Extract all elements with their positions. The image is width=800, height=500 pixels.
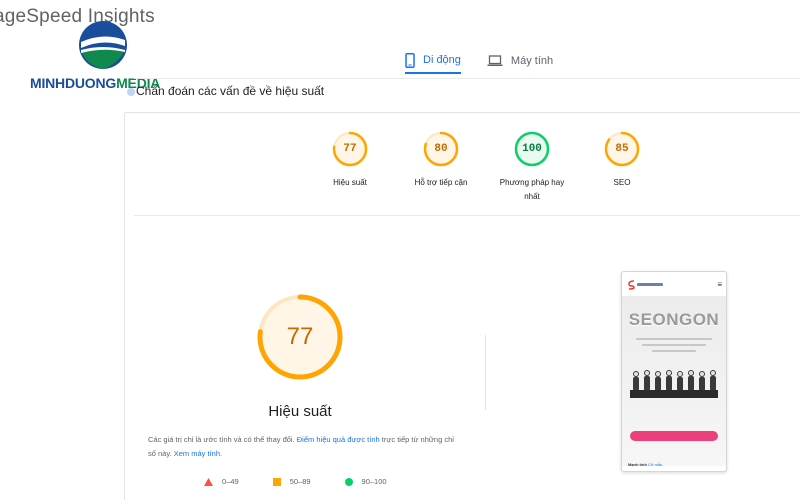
score-gauge-accessibility[interactable]: 80 Hỗ trợ tiếp cận (391, 131, 491, 190)
device-tabs: Di động Máy tính (405, 48, 553, 78)
score-label: Hỗ trợ tiếp cận (414, 178, 468, 187)
score-description: Các giá trị chỉ là ước tính và có thể th… (148, 435, 454, 458)
score-legend: 0–49 50–89 90–100 (204, 477, 387, 486)
hamburger-icon: ≡ (717, 280, 722, 289)
mobile-screenshot-preview: ≡ SEONGON Mạnh tính Cỡ mẫu (621, 271, 727, 472)
laptop-icon (487, 55, 503, 66)
score-label: Hiệu suất (333, 178, 367, 187)
performance-title: Hiệu suất (268, 403, 332, 420)
performance-score-value: 77 (286, 323, 314, 350)
score-value: 85 (615, 143, 629, 155)
tab-desktop[interactable]: Máy tính (487, 48, 553, 74)
score-gauge-best-practices[interactable]: 100 Phương pháp hay nhất (482, 131, 582, 204)
tab-mobile[interactable]: Di động (405, 48, 461, 74)
score-calculation-link[interactable]: Điểm hiệu quả được tính (297, 435, 380, 444)
preview-text-line (642, 344, 706, 346)
preview-logo-text (637, 283, 663, 286)
vertical-divider (485, 335, 486, 410)
section-divider (134, 215, 800, 216)
diagnostics-marker (127, 88, 135, 96)
score-gauge-seo[interactable]: 85 SEO (572, 131, 672, 190)
red-triangle-icon (204, 477, 213, 486)
diagnostics-heading: Chẩn đoán các vấn đề về hiệu suất (136, 84, 325, 98)
preview-footer: Mạnh tính Cỡ mẫu (628, 462, 663, 467)
preview-text-line (636, 338, 712, 340)
team-photo-icon (630, 370, 718, 398)
preview-hero: SEONGON (622, 296, 726, 466)
performance-gauge-large: 77 (255, 292, 345, 382)
preview-cta-button (630, 431, 718, 441)
score-label: SEO (613, 178, 631, 187)
green-circle-icon (344, 477, 353, 486)
view-calculator-link[interactable]: Xem máy tính. (174, 449, 222, 458)
smartphone-icon (405, 52, 415, 68)
score-gauge-performance[interactable]: 77 Hiệu suất (300, 131, 400, 190)
score-value: 100 (522, 143, 542, 155)
tabs-divider (134, 78, 800, 79)
orange-square-icon (272, 477, 281, 486)
legend-item-pass: 90–100 (344, 477, 387, 486)
legend-item-fail: 0–49 (204, 477, 239, 486)
tab-desktop-label: Máy tính (510, 55, 554, 67)
tab-mobile-label: Di động (423, 54, 461, 66)
preview-brand: SEONGON (628, 310, 720, 329)
score-label: Phương pháp hay nhất (499, 178, 565, 201)
logo-emblem-icon (79, 21, 127, 69)
preview-header: ≡ (628, 278, 722, 292)
score-value: 80 (434, 143, 448, 155)
preview-text-line (652, 350, 696, 352)
preview-logo-icon (628, 280, 635, 290)
legend-item-average: 50–89 (272, 477, 311, 486)
score-value: 77 (343, 143, 357, 155)
